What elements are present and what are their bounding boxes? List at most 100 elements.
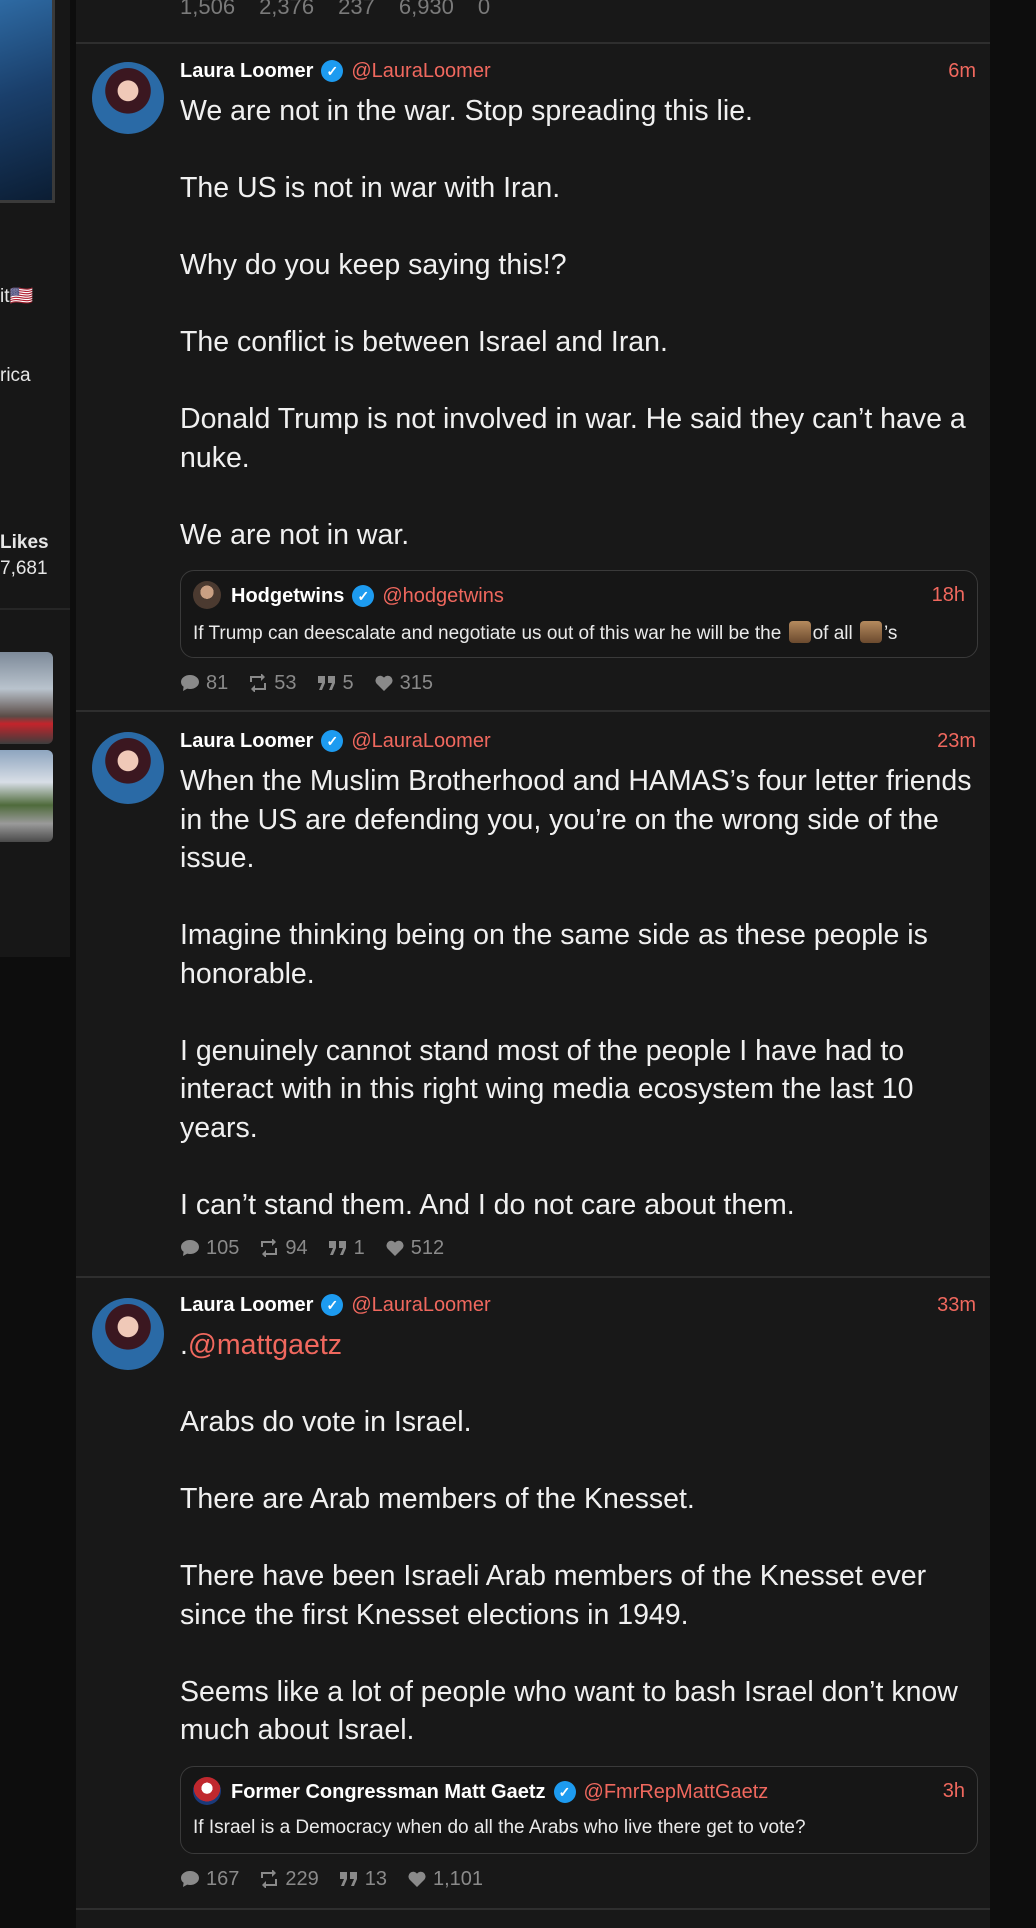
heart-icon xyxy=(408,1871,426,1887)
quoted-post[interactable]: Former Congressman Matt Gaetz ✓ @FmrRepM… xyxy=(180,1766,978,1854)
mention-link[interactable]: @mattgaetz xyxy=(188,1329,342,1361)
avatar[interactable] xyxy=(92,732,164,804)
repost-count[interactable]: 2,376 xyxy=(259,0,314,20)
reply-count[interactable]: 1,506 xyxy=(180,0,235,20)
post-timestamp[interactable]: 6m xyxy=(948,60,976,83)
post-paragraph xyxy=(180,1442,980,1481)
feed: 1,506 2,376 237 6,930 0 Laura Loomer ✓ @… xyxy=(76,0,990,1928)
post-paragraph: Seems like a lot of people who want to b… xyxy=(180,1675,958,1747)
post-paragraph: Donald Trump is not involved in war. He … xyxy=(180,403,966,474)
profile-photo[interactable] xyxy=(0,0,55,203)
post-paragraph: We are not in war. xyxy=(180,518,410,551)
media-thumbnail[interactable] xyxy=(0,652,53,744)
goat-emoji-icon xyxy=(860,621,882,643)
quoted-timestamp: 3h xyxy=(942,1780,965,1802)
post-paragraph: Arabs do vote in Israel. xyxy=(180,1406,472,1438)
reply-count: 81 xyxy=(206,671,229,694)
reply-button[interactable]: 105 xyxy=(180,1237,239,1260)
verified-badge-icon: ✓ xyxy=(553,1781,576,1803)
repost-icon xyxy=(261,1870,278,1888)
author-handle[interactable]: @LauraLoomer xyxy=(351,730,490,753)
heart-icon xyxy=(386,1240,404,1256)
quote-button[interactable]: 5 xyxy=(317,672,354,695)
repost-count: 94 xyxy=(285,1236,308,1259)
quoted-author-name: Former Congressman Matt Gaetz xyxy=(231,1780,546,1803)
author-name[interactable]: Laura Loomer xyxy=(180,60,313,83)
post-timestamp[interactable]: 33m xyxy=(937,1294,976,1317)
divider xyxy=(0,608,70,610)
verified-badge-icon: ✓ xyxy=(321,730,344,752)
post-paragraph: We are not in the war. Stop spreading th… xyxy=(180,95,753,127)
repost-icon xyxy=(261,1239,278,1257)
left-panel: it🇺🇸 rica Likes 7,681 xyxy=(0,0,70,957)
author-handle[interactable]: @LauraLoomer xyxy=(351,1294,490,1317)
post-paragraph xyxy=(180,1634,980,1673)
quote-count[interactable]: 237 xyxy=(338,0,375,20)
post[interactable]: Laura Loomer ✓ @LauraLoomer 23m When the… xyxy=(76,712,990,1278)
quote-button[interactable]: 13 xyxy=(339,1868,387,1891)
post-paragraph: I can’t stand them. And I do not care ab… xyxy=(180,1188,795,1221)
post-paragraph: The conflict is between Israel and Iran. xyxy=(180,326,668,358)
quoted-text-a: If Trump can deescalate and negotiate us… xyxy=(193,623,782,644)
quoted-header: Hodgetwins ✓ @hodgetwins xyxy=(231,581,504,611)
author-name[interactable]: Laura Loomer xyxy=(180,730,313,753)
repost-button[interactable]: 229 xyxy=(259,1868,319,1891)
reply-icon xyxy=(181,1240,199,1256)
sidebar-fragment-name: it🇺🇸 xyxy=(0,286,34,307)
like-button[interactable]: 512 xyxy=(385,1237,444,1260)
quote-button[interactable]: 1 xyxy=(328,1237,365,1260)
sidebar-likes-count: 7,681 xyxy=(0,558,48,579)
like-count: 1,101 xyxy=(433,1867,484,1890)
post-stats: 81 53 5 315 xyxy=(180,670,433,696)
like-button[interactable]: 315 xyxy=(374,672,433,695)
sidebar-fragment-bio: rica xyxy=(0,365,31,386)
sidebar-likes-label: Likes xyxy=(0,532,49,553)
post-paragraph xyxy=(180,878,980,917)
quoted-avatar xyxy=(193,581,221,609)
reply-button[interactable]: 167 xyxy=(180,1868,239,1891)
quoted-text-b: of all xyxy=(812,623,853,644)
like-count[interactable]: 6,930 xyxy=(399,0,454,20)
previous-post-stats: 1,506 2,376 237 6,930 0 xyxy=(76,0,990,44)
repost-icon xyxy=(250,674,267,692)
verified-badge-icon: ✓ xyxy=(352,585,375,607)
post-paragraph: Imagine thinking being on the same side … xyxy=(180,919,928,990)
post-paragraph xyxy=(180,1519,980,1558)
reply-button[interactable]: 81 xyxy=(180,672,228,695)
quoted-timestamp: 18h xyxy=(931,584,965,606)
post-body: .@mattgaetz Arabs do vote in Israel. The… xyxy=(180,1326,980,1750)
repost-button[interactable]: 94 xyxy=(259,1236,308,1260)
reply-icon xyxy=(181,675,199,691)
reply-icon xyxy=(181,1871,199,1887)
quoted-author-handle: @FmrRepMattGaetz xyxy=(583,1780,769,1803)
post-paragraph: Why do you keep saying this!? xyxy=(180,249,567,281)
post-paragraph: I genuinely cannot stand most of the peo… xyxy=(180,1034,914,1144)
verified-badge-icon: ✓ xyxy=(321,1294,344,1316)
post-paragraph: .@mattgaetz xyxy=(180,1329,342,1361)
post-paragraph xyxy=(180,362,980,401)
quoted-author-name: Hodgetwins xyxy=(231,584,345,607)
author-handle[interactable]: @LauraLoomer xyxy=(351,60,490,83)
right-gutter xyxy=(990,0,1036,1928)
post-paragraph: The US is not in war with Iran. xyxy=(180,172,561,204)
share-count[interactable]: 0 xyxy=(478,0,490,20)
media-thumbnail[interactable] xyxy=(0,750,53,842)
goat-emoji-icon xyxy=(788,621,811,643)
avatar[interactable] xyxy=(92,62,164,134)
post[interactable]: Laura Loomer ✓ @LauraLoomer 6m We are no… xyxy=(76,44,990,712)
post-header: Laura Loomer ✓ @LauraLoomer xyxy=(180,56,491,86)
post-header: Laura Loomer ✓ @LauraLoomer xyxy=(180,726,491,756)
like-button[interactable]: 1,101 xyxy=(407,1868,483,1891)
post-paragraph xyxy=(180,285,980,324)
repost-button[interactable]: 53 xyxy=(248,672,297,695)
quoted-post[interactable]: Hodgetwins ✓ @hodgetwins 18h If Trump ca… xyxy=(180,570,978,658)
post-timestamp[interactable]: 23m xyxy=(937,730,976,753)
heart-icon xyxy=(375,675,393,691)
post-paragraph xyxy=(180,1365,980,1404)
quote-icon xyxy=(339,1872,357,1886)
quote-icon xyxy=(317,676,335,690)
post-header: Laura Loomer ✓ @LauraLoomer xyxy=(180,1290,491,1320)
avatar[interactable] xyxy=(92,1298,164,1370)
post[interactable]: Laura Loomer ✓ @LauraLoomer 33m .@mattga… xyxy=(76,1278,990,1910)
author-name[interactable]: Laura Loomer xyxy=(180,1294,313,1317)
